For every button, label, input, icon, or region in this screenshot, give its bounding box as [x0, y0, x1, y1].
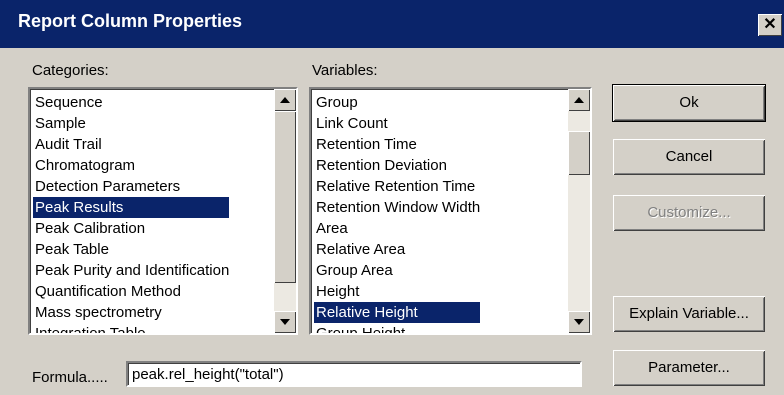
customize-button[interactable]: Customize...	[613, 195, 765, 231]
category-list-item[interactable]: Integration Table	[33, 323, 229, 333]
category-list-item[interactable]: Peak Results	[33, 197, 230, 218]
variable-list-item[interactable]: Group Height	[314, 323, 480, 333]
variable-list-item[interactable]: Group Area	[314, 260, 480, 281]
categories-scroll-thumb[interactable]	[274, 111, 296, 283]
category-list-item[interactable]: Sample	[33, 113, 229, 134]
variable-list-item[interactable]: Retention Time	[314, 134, 480, 155]
variable-list-item[interactable]: Height	[314, 281, 480, 302]
cancel-button-label: Cancel	[665, 148, 713, 165]
categories-scroll-up-button[interactable]	[274, 89, 296, 111]
variables-scroll-up-button[interactable]	[568, 89, 590, 111]
category-list-item[interactable]: Quantification Method	[33, 281, 229, 302]
categories-scrollbar[interactable]	[274, 89, 296, 333]
variable-list-item[interactable]: Area	[314, 218, 480, 239]
cancel-button[interactable]: Cancel	[613, 139, 765, 175]
arrow-down-icon	[280, 319, 290, 325]
category-list-item[interactable]: Peak Purity and Identification	[33, 260, 229, 281]
dialog-title: Report Column Properties	[18, 11, 243, 31]
parameter-button[interactable]: Parameter...	[613, 350, 765, 386]
explain-variable-button[interactable]: Explain Variable...	[613, 296, 765, 332]
formula-input[interactable]	[126, 361, 582, 387]
categories-listbox[interactable]: Sequence Sample Audit Trail Chromatogram Det…	[28, 87, 298, 335]
categories-items: Sequence Sample Audit Trail Chromatogram Det…	[33, 92, 230, 333]
ok-button-label: Ok	[679, 94, 699, 111]
variable-list-item[interactable]: Relative Retention Time	[314, 176, 480, 197]
customize-button-label: Customize...	[647, 204, 731, 221]
close-icon: ✕	[763, 16, 777, 33]
variables-scroll-thumb[interactable]	[568, 131, 590, 175]
category-list-item[interactable]: Audit Trail	[33, 134, 229, 155]
variable-list-item[interactable]: Retention Window Width	[314, 197, 480, 218]
close-button[interactable]: ✕	[758, 14, 782, 36]
variable-list-item[interactable]: Retention Deviation	[314, 155, 480, 176]
category-list-item[interactable]: Chromatogram	[33, 155, 229, 176]
variables-listbox[interactable]: Group Link Count Retention Time Retention D…	[309, 87, 592, 335]
variables-scrollbar[interactable]	[568, 89, 590, 333]
parameter-button-label: Parameter...	[648, 359, 730, 376]
categories-scroll-down-button[interactable]	[274, 311, 296, 333]
arrow-down-icon	[574, 319, 584, 325]
variables-label: Variables:	[312, 62, 378, 79]
variable-list-item[interactable]: Relative Height	[314, 302, 481, 323]
arrow-up-icon	[280, 97, 290, 103]
variables-scroll-down-button[interactable]	[568, 311, 590, 333]
ok-button[interactable]: Ok	[612, 84, 766, 122]
category-list-item[interactable]: Sequence	[33, 92, 229, 113]
variable-list-item[interactable]: Relative Area	[314, 239, 480, 260]
category-list-item[interactable]: Detection Parameters	[33, 176, 229, 197]
variable-list-item[interactable]: Group	[314, 92, 480, 113]
report-column-properties-dialog: Report Column Properties ✕ Categories: S…	[0, 0, 784, 395]
formula-label: Formula.....	[32, 369, 108, 386]
arrow-up-icon	[574, 97, 584, 103]
explain-variable-button-label: Explain Variable...	[629, 305, 749, 322]
title-bar[interactable]: Report Column Properties ✕	[0, 0, 784, 48]
category-list-item[interactable]: Peak Table	[33, 239, 229, 260]
categories-label: Categories:	[32, 62, 109, 79]
category-list-item[interactable]: Peak Calibration	[33, 218, 229, 239]
variable-list-item[interactable]: Link Count	[314, 113, 480, 134]
category-list-item[interactable]: Mass spectrometry	[33, 302, 229, 323]
variables-items: Group Link Count Retention Time Retention D…	[314, 92, 481, 333]
